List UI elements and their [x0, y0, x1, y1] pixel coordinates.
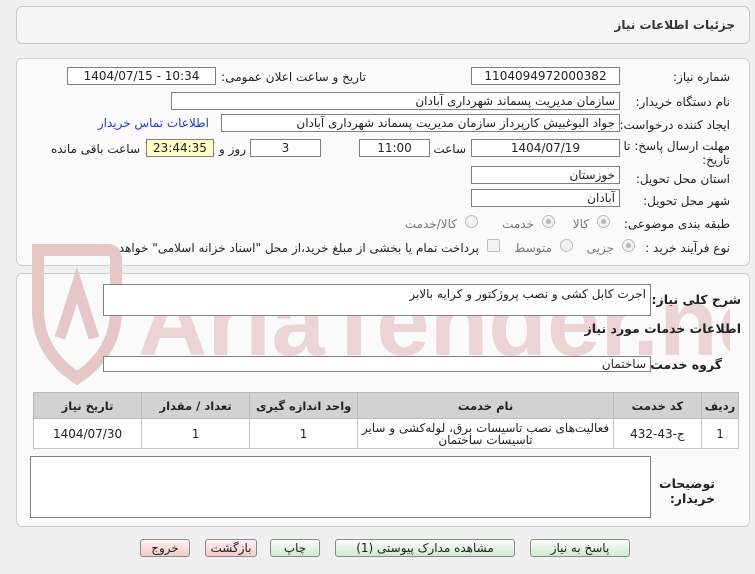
- creator-label: ایجاد کننده درخواست:: [619, 118, 730, 132]
- table-row[interactable]: 1 ج-43-432 فعالیت‌های نصب تاسیسات برق، ل…: [32, 418, 739, 449]
- category-radio-service[interactable]: [542, 215, 555, 228]
- remaining-label: ساعت باقی مانده: [50, 142, 140, 156]
- cell-row: 1: [701, 418, 739, 449]
- cell-date: 1404/07/30: [32, 418, 143, 449]
- reply-button[interactable]: پاسخ به نیاز: [530, 539, 630, 557]
- process-radio-minor[interactable]: [622, 239, 635, 252]
- col-date: تاریخ نیاز: [32, 392, 143, 419]
- description-label: شرح کلی نیاز:: [651, 292, 741, 307]
- description-textarea[interactable]: اجرت کابل کشی و نصب پروژکتور و کرایه بال…: [103, 284, 651, 316]
- back-button[interactable]: بازگشت: [205, 539, 257, 557]
- announce-label: تاریخ و ساعت اعلان عمومی:: [221, 70, 366, 84]
- category-radio-goods[interactable]: [597, 215, 610, 228]
- page-title: جزئیات اطلاعات نیاز: [614, 18, 735, 32]
- cell-name-line1: فعالیت‌های نصب تاسیسات برق، لوله‌کشی و س…: [361, 420, 610, 435]
- category-radio-goods-service[interactable]: [465, 215, 478, 228]
- services-table: ردیف کد خدمت نام خدمت واحد اندازه گیری ت…: [32, 392, 739, 449]
- process-label: نوع فرآیند خرید :: [645, 241, 730, 255]
- exit-button[interactable]: خروج: [140, 539, 190, 557]
- info-panel: [16, 58, 750, 266]
- notes-label: توضیحات: [659, 476, 715, 491]
- province-field[interactable]: خوزستان: [471, 166, 620, 184]
- process-radio-medium[interactable]: [560, 239, 573, 252]
- cell-code: ج-43-432: [612, 418, 703, 449]
- col-row: ردیف: [701, 392, 739, 419]
- process-option-medium: متوسط: [514, 241, 552, 255]
- deadline-date-field[interactable]: 1404/07/19: [471, 139, 620, 157]
- cell-quantity: 1: [141, 418, 251, 449]
- notes-label-line2: خریدار:: [669, 491, 715, 506]
- buyer-contact-link[interactable]: اطلاعات تماس خریدار: [98, 116, 209, 130]
- days-field[interactable]: 3: [250, 139, 321, 157]
- col-code: کد خدمت: [612, 392, 703, 419]
- remaining-time-field: 23:44:35: [146, 139, 214, 157]
- creator-field[interactable]: جواد البوغبیش کارپرداز سازمان مدیریت پسم…: [221, 114, 620, 132]
- cell-name-line2: تاسیسات ساختمان: [438, 432, 533, 447]
- payment-note: پرداخت تمام یا بخشی از مبلغ خرید،از محل …: [96, 241, 479, 255]
- page-header: جزئیات اطلاعات نیاز: [16, 6, 750, 44]
- service-group-label: گروه خدمت:: [645, 357, 722, 372]
- deadline-label-date: تاریخ:: [702, 153, 730, 167]
- category-option-service: خدمت: [502, 217, 534, 231]
- need-number-field[interactable]: 1104094972000382: [471, 67, 620, 85]
- deadline-label: مهلت ارسال پاسخ: تا: [623, 139, 730, 153]
- deadline-time-field[interactable]: 11:00: [359, 139, 430, 157]
- col-quantity: تعداد / مقدار: [141, 392, 251, 419]
- province-label: استان محل تحویل:: [635, 172, 730, 186]
- buyer-org-field[interactable]: سازمان مدیریت پسماند شهرداری آبادان: [171, 92, 620, 110]
- treasury-checkbox[interactable]: [487, 239, 500, 252]
- documents-button[interactable]: مشاهده مدارک پیوستی (1): [335, 539, 515, 557]
- process-option-minor: جزیی: [586, 241, 614, 255]
- buyer-org-label: نام دستگاه خریدار:: [635, 95, 731, 109]
- need-number-label: شماره نیاز:: [673, 70, 730, 84]
- services-section-title: اطلاعات خدمات مورد نیاز: [584, 321, 742, 336]
- days-label: روز و: [219, 142, 246, 156]
- service-group-field[interactable]: ساختمان: [103, 356, 651, 372]
- category-option-goods-service: کالا/خدمت: [404, 217, 457, 231]
- cell-unit: 1: [249, 418, 359, 449]
- city-label: شهر محل تحویل:: [643, 194, 730, 208]
- cell-name: فعالیت‌های نصب تاسیسات برق، لوله‌کشی و س…: [357, 418, 614, 449]
- city-field[interactable]: آبادان: [471, 189, 620, 207]
- print-button[interactable]: چاپ: [270, 539, 320, 557]
- notes-textarea[interactable]: [30, 456, 651, 518]
- deadline-time-label: ساعت: [433, 142, 466, 156]
- category-label: طبقه بندی موضوعی:: [623, 217, 730, 231]
- table-header-row: ردیف کد خدمت نام خدمت واحد اندازه گیری ت…: [32, 392, 739, 419]
- announce-field[interactable]: 1404/07/15 - 10:34: [67, 67, 216, 85]
- category-option-goods: کالا: [572, 217, 589, 231]
- col-name: نام خدمت: [357, 392, 614, 419]
- col-unit: واحد اندازه گیری: [249, 392, 359, 419]
